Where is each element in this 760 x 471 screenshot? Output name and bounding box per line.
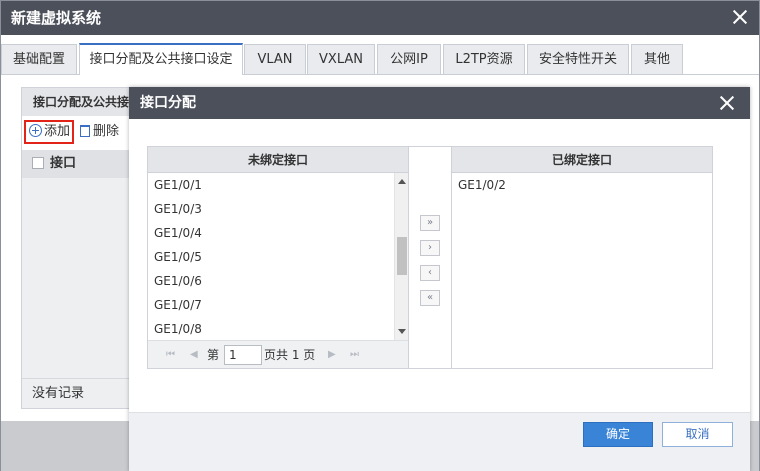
prev-page-icon[interactable]: ◀ [190, 341, 198, 369]
list-scrollbar[interactable] [394, 173, 408, 340]
tab-vxlan[interactable]: VXLAN [307, 44, 375, 75]
new-virtual-system-window: 新建虚拟系统 基础配置 接口分配及公共接口设定 VLAN VXLAN 公网IP … [0, 0, 760, 471]
tab-l2tp-resource[interactable]: L2TP资源 [443, 44, 525, 75]
list-item[interactable]: GE1/0/8 [148, 317, 394, 340]
page-number-input[interactable]: 1 [224, 345, 262, 365]
list-item[interactable]: GE1/0/4 [148, 221, 394, 245]
last-page-icon[interactable]: ⏭ [350, 341, 359, 369]
tab-other[interactable]: 其他 [631, 44, 683, 75]
delete-label: 删除 [93, 124, 120, 139]
add-circle-icon [29, 124, 42, 137]
add-button[interactable]: 添加 [24, 120, 74, 144]
move-all-left-button[interactable]: « [420, 290, 440, 306]
column-interface: 接口 [50, 156, 77, 171]
dialog-title: 接口分配 [129, 87, 750, 119]
scroll-up-icon[interactable] [398, 179, 406, 184]
move-left-button[interactable]: ‹ [420, 265, 440, 281]
ok-button[interactable]: 确定 [583, 422, 653, 447]
bound-interfaces-box: 已绑定接口 GE1/0/2 [451, 146, 713, 369]
scroll-down-icon[interactable] [398, 329, 406, 334]
move-right-button[interactable]: › [420, 240, 440, 256]
pager: ⏮ ◀ 第 1 页共 1 页 ▶ ⏭ [148, 340, 408, 368]
next-page-icon[interactable]: ▶ [328, 341, 336, 369]
first-page-icon[interactable]: ⏮ [166, 341, 175, 369]
tab-security-switch[interactable]: 安全特性开关 [527, 44, 629, 75]
interface-assign-dialog: 接口分配 未绑定接口 GE1/0/1 GE1/0/3 GE1/0/4 GE1/0… [129, 87, 750, 471]
unbound-list: GE1/0/1 GE1/0/3 GE1/0/4 GE1/0/5 GE1/0/6 … [148, 173, 394, 340]
tab-interface-assignment[interactable]: 接口分配及公共接口设定 [79, 43, 243, 75]
list-item[interactable]: GE1/0/2 [452, 173, 712, 197]
bound-header: 已绑定接口 [452, 147, 712, 173]
window-close-icon[interactable] [731, 8, 749, 26]
delete-button[interactable]: 删除 [80, 124, 119, 140]
list-item[interactable]: GE1/0/7 [148, 293, 394, 317]
trash-icon [80, 125, 90, 137]
pager-prefix: 第 [207, 348, 220, 362]
move-all-right-button[interactable]: » [420, 215, 440, 231]
dialog-footer: 确定 取消 [129, 412, 750, 471]
tab-basic-config[interactable]: 基础配置 [1, 44, 77, 75]
list-item[interactable]: GE1/0/1 [148, 173, 394, 197]
cancel-button[interactable]: 取消 [662, 422, 733, 447]
window-title: 新建虚拟系统 [1, 1, 759, 35]
pager-suffix: 页共 1 页 [264, 348, 316, 362]
bound-list: GE1/0/2 [452, 173, 712, 340]
scroll-thumb[interactable] [397, 237, 407, 275]
list-item[interactable]: GE1/0/5 [148, 245, 394, 269]
add-label: 添加 [44, 124, 71, 139]
tab-vlan[interactable]: VLAN [244, 44, 306, 75]
select-all-checkbox[interactable] [32, 157, 44, 169]
unbound-header: 未绑定接口 [148, 147, 408, 173]
unbound-interfaces-box: 未绑定接口 GE1/0/1 GE1/0/3 GE1/0/4 GE1/0/5 GE… [147, 146, 409, 369]
move-controls: » › ‹ « [409, 146, 451, 369]
list-item[interactable]: GE1/0/3 [148, 197, 394, 221]
list-item[interactable]: GE1/0/6 [148, 269, 394, 293]
dialog-close-icon[interactable] [718, 94, 736, 112]
tab-public-ip[interactable]: 公网IP [377, 44, 441, 75]
